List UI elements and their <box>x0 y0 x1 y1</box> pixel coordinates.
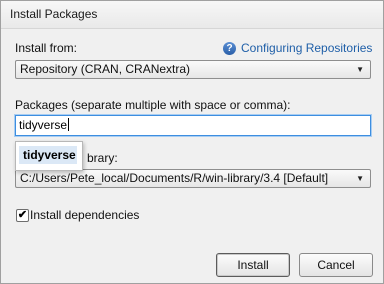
chevron-down-icon: ▼ <box>356 65 364 74</box>
install-from-label: Install from: <box>15 41 78 55</box>
dialog-title: Install Packages <box>10 7 98 21</box>
packages-label: Packages (separate multiple with space o… <box>15 98 291 112</box>
packages-input[interactable]: tidyverse <box>15 115 371 136</box>
install-packages-dialog: Install Packages Install from: ? Configu… <box>0 0 384 284</box>
configuring-repositories-link[interactable]: Configuring Repositories <box>241 41 372 55</box>
install-to-library-label: brary: <box>87 151 118 165</box>
install-dependencies-checkbox[interactable]: ✔ <box>16 209 29 222</box>
install-from-select[interactable]: Repository (CRAN, CRANextra) ▼ <box>15 60 371 79</box>
chevron-down-icon: ▼ <box>356 174 364 183</box>
install-button[interactable]: Install <box>216 253 290 277</box>
autocomplete-item[interactable]: tidyverse <box>19 146 77 164</box>
library-select[interactable]: C:/Users/Pete_local/Documents/R/win-libr… <box>15 169 371 188</box>
text-caret <box>68 118 70 131</box>
install-dependencies-label[interactable]: Install dependencies <box>30 208 139 222</box>
packages-input-value: tidyverse <box>19 118 68 132</box>
title-bar: Install Packages <box>1 1 383 29</box>
autocomplete-popup: tidyverse <box>15 141 83 171</box>
library-value: C:/Users/Pete_local/Documents/R/win-libr… <box>20 171 329 185</box>
help-icon[interactable]: ? <box>223 42 236 55</box>
cancel-button[interactable]: Cancel <box>299 253 373 277</box>
install-from-value: Repository (CRAN, CRANextra) <box>20 62 191 76</box>
